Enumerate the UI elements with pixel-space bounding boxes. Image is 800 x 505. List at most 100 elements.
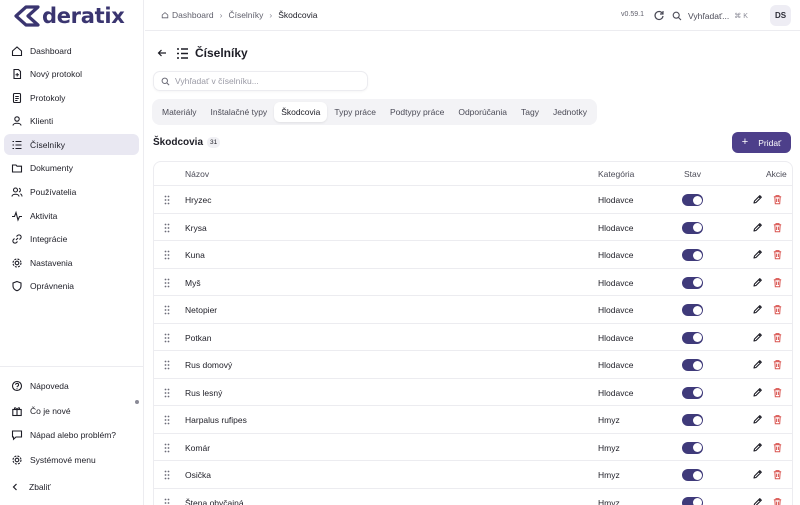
drag-handle-icon[interactable]	[164, 195, 170, 205]
edit-pencil-icon[interactable]	[752, 442, 763, 453]
row-category: Hlodavce	[598, 332, 634, 343]
drag-handle-icon[interactable]	[164, 388, 170, 398]
status-toggle[interactable]	[682, 276, 703, 289]
sidebar-item-dashboard[interactable]: Dashboard	[4, 40, 139, 61]
status-toggle[interactable]	[682, 441, 703, 454]
sidebar-bottom-settings[interactable]: Systémové menu	[4, 450, 139, 470]
delete-trash-icon[interactable]	[772, 414, 783, 425]
gear-icon	[12, 258, 22, 268]
sidebar-item-label: Dashboard	[30, 45, 72, 56]
tab-4[interactable]: Podtypy práce	[383, 102, 451, 122]
status-toggle[interactable]	[682, 221, 703, 234]
back-arrow-icon[interactable]	[157, 48, 167, 58]
delete-trash-icon[interactable]	[772, 469, 783, 480]
sidebar-item-integrácie[interactable]: Integrácie	[4, 229, 139, 250]
drag-handle-icon[interactable]	[164, 443, 170, 453]
refresh-icon[interactable]	[653, 9, 665, 21]
delete-trash-icon[interactable]	[772, 387, 783, 398]
gift-icon	[11, 405, 23, 417]
edit-pencil-icon[interactable]	[752, 497, 763, 505]
sidebar-item-label: Číselníky	[30, 139, 65, 150]
drag-handle-icon[interactable]	[164, 333, 170, 343]
delete-trash-icon[interactable]	[772, 304, 783, 315]
drag-handle-icon[interactable]	[164, 360, 170, 370]
sidebar-item-aktivita[interactable]: Aktivita	[4, 205, 139, 226]
breadcrumb-ciselniky[interactable]: Číselníky	[228, 10, 263, 20]
sidebar-divider	[0, 366, 144, 367]
drag-handle-icon[interactable]	[164, 250, 170, 260]
sidebar-bottom-gift[interactable]: Čo je nové	[4, 401, 139, 421]
logo[interactable]: deratix	[14, 4, 125, 28]
status-toggle[interactable]	[682, 331, 703, 344]
delete-trash-icon[interactable]	[772, 497, 783, 505]
global-search-button[interactable]: Vyhľadať... ⌘ K	[672, 6, 762, 25]
edit-pencil-icon[interactable]	[752, 249, 763, 260]
sidebar-item-nastavenia[interactable]: Nastavenia	[4, 252, 139, 273]
sidebar-item-používatelia[interactable]: Používatelia	[4, 182, 139, 203]
sidebar-bottom-feedback[interactable]: Nápad alebo problém?	[4, 425, 139, 445]
tab-5[interactable]: Odporúčania	[451, 102, 514, 122]
tab-7[interactable]: Jednotky	[546, 102, 594, 122]
status-toggle[interactable]	[682, 304, 703, 316]
edit-pencil-icon[interactable]	[752, 194, 763, 205]
status-toggle[interactable]	[682, 496, 703, 505]
edit-pencil-icon[interactable]	[752, 359, 763, 370]
sidebar-item-label: Aktivita	[30, 210, 58, 221]
tab-0[interactable]: Materiály	[155, 102, 203, 122]
sidebar-bottom-help[interactable]: Nápoveda	[4, 376, 139, 396]
folder-icon	[11, 164, 23, 174]
status-toggle[interactable]	[682, 414, 703, 426]
sidebar-item-oprávnenia[interactable]: Oprávnenia	[4, 276, 139, 297]
user-icon	[12, 116, 22, 126]
edit-pencil-icon[interactable]	[752, 222, 763, 233]
sidebar: deratix Dashboard Nový protokol Protokoly K…	[0, 0, 144, 505]
drag-handle-icon[interactable]	[164, 470, 170, 480]
edit-pencil-icon[interactable]	[752, 414, 763, 425]
add-button[interactable]: + Pridať	[732, 132, 791, 153]
row-category: Hlodavce	[598, 277, 634, 288]
status-toggle[interactable]	[682, 386, 703, 399]
sidebar-item-label: Oprávnenia	[30, 281, 74, 292]
sidebar-item-klienti[interactable]: Klienti	[4, 111, 139, 132]
delete-trash-icon[interactable]	[772, 194, 783, 205]
collapse-sidebar-button[interactable]: Zbaliť	[11, 482, 51, 492]
delete-trash-icon[interactable]	[772, 249, 783, 260]
drag-handle-icon[interactable]	[164, 278, 170, 288]
sidebar-item-label: Nastavenia	[30, 257, 73, 268]
table-row: Potkan Hlodavce	[154, 324, 792, 351]
delete-trash-icon[interactable]	[772, 442, 783, 453]
sidebar-item-dokumenty[interactable]: Dokumenty	[4, 158, 139, 179]
status-toggle[interactable]	[682, 359, 703, 371]
drag-handle-icon[interactable]	[164, 498, 170, 505]
delete-trash-icon[interactable]	[772, 222, 783, 233]
table-row: Harpalus rufipes Hmyz	[154, 406, 792, 434]
edit-pencil-icon[interactable]	[752, 277, 763, 288]
feedback-icon	[11, 430, 23, 441]
edit-pencil-icon[interactable]	[752, 387, 763, 398]
column-category[interactable]: Kategória	[598, 169, 634, 179]
avatar[interactable]: DS	[770, 5, 791, 26]
row-name: Myš	[185, 277, 201, 288]
edit-pencil-icon[interactable]	[752, 304, 763, 315]
sidebar-item-protokoly[interactable]: Protokoly	[4, 87, 139, 108]
edit-pencil-icon[interactable]	[752, 332, 763, 343]
status-toggle[interactable]	[682, 194, 703, 206]
edit-pencil-icon[interactable]	[752, 469, 763, 480]
delete-trash-icon[interactable]	[772, 359, 783, 370]
column-name[interactable]: Názov	[185, 169, 209, 179]
sidebar-item-číselníky[interactable]: Číselníky	[4, 134, 139, 156]
drag-handle-icon[interactable]	[164, 223, 170, 233]
status-toggle[interactable]	[682, 469, 703, 481]
breadcrumb-dashboard[interactable]: Dashboard	[172, 10, 214, 20]
tab-1[interactable]: Inštalačné typy	[203, 102, 274, 122]
delete-trash-icon[interactable]	[772, 277, 783, 288]
tab-3[interactable]: Typy práce	[327, 102, 383, 122]
drag-handle-icon[interactable]	[164, 415, 170, 425]
tab-6[interactable]: Tagy	[514, 102, 546, 122]
drag-handle-icon[interactable]	[164, 305, 170, 315]
status-toggle[interactable]	[682, 249, 703, 261]
tab-2[interactable]: Škodcovia	[274, 102, 328, 122]
delete-trash-icon[interactable]	[772, 332, 783, 343]
sidebar-item-nový-protokol[interactable]: Nový protokol	[4, 64, 139, 85]
catalog-search-input[interactable]	[175, 76, 360, 86]
